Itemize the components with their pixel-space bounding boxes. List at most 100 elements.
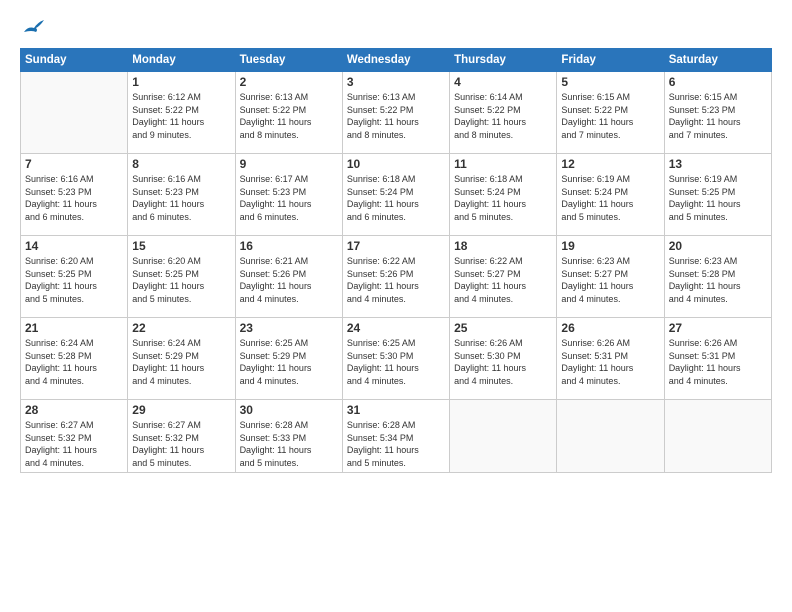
calendar-cell: 31 Sunrise: 6:28 AMSunset: 5:34 PMDayligh… bbox=[342, 400, 449, 473]
day-info: Sunrise: 6:21 AMSunset: 5:26 PMDaylight:… bbox=[240, 255, 338, 305]
logo bbox=[20, 18, 44, 36]
day-info: Sunrise: 6:13 AMSunset: 5:22 PMDaylight:… bbox=[347, 91, 445, 141]
day-info: Sunrise: 6:23 AMSunset: 5:27 PMDaylight:… bbox=[561, 255, 659, 305]
calendar-cell: 25Sunrise: 6:26 AMSunset: 5:30 PMDayligh… bbox=[450, 318, 557, 400]
day-info: Sunrise: 6:27 AMSunset: 5:32 PMDaylight:… bbox=[25, 419, 123, 469]
calendar-cell: 14 Sunrise: 6:20 AMSunset: 5:25 PMDayligh… bbox=[21, 236, 128, 318]
day-info: Sunrise: 6:20 AMSunset: 5:25 PMDaylight:… bbox=[132, 255, 230, 305]
calendar-cell: 5 Sunrise: 6:15 AMSunset: 5:22 PMDaylight… bbox=[557, 72, 664, 154]
day-number: 21 bbox=[25, 321, 123, 335]
day-number: 10 bbox=[347, 157, 445, 171]
day-info: Sunrise: 6:18 AMSunset: 5:24 PMDaylight:… bbox=[454, 173, 552, 223]
day-info: Sunrise: 6:19 AMSunset: 5:24 PMDaylight:… bbox=[561, 173, 659, 223]
calendar-header-row: SundayMondayTuesdayWednesdayThursdayFrid… bbox=[21, 49, 772, 72]
day-info: Sunrise: 6:24 AMSunset: 5:28 PMDaylight:… bbox=[25, 337, 123, 387]
calendar-cell: 8 Sunrise: 6:16 AMSunset: 5:23 PMDaylight… bbox=[128, 154, 235, 236]
calendar-cell: 9 Sunrise: 6:17 AMSunset: 5:23 PMDaylight… bbox=[235, 154, 342, 236]
day-number: 14 bbox=[25, 239, 123, 253]
logo-bird-icon bbox=[22, 18, 44, 36]
calendar-cell: 6Sunrise: 6:15 AMSunset: 5:23 PMDaylight… bbox=[664, 72, 771, 154]
day-info: Sunrise: 6:27 AMSunset: 5:32 PMDaylight:… bbox=[132, 419, 230, 469]
day-number: 29 bbox=[132, 403, 230, 417]
day-number: 16 bbox=[240, 239, 338, 253]
calendar-cell: 15 Sunrise: 6:20 AMSunset: 5:25 PMDayligh… bbox=[128, 236, 235, 318]
day-number: 11 bbox=[454, 157, 552, 171]
day-number: 15 bbox=[132, 239, 230, 253]
column-header-sunday: Sunday bbox=[21, 49, 128, 72]
day-number: 7 bbox=[25, 157, 123, 171]
day-info: Sunrise: 6:28 AMSunset: 5:33 PMDaylight:… bbox=[240, 419, 338, 469]
column-header-saturday: Saturday bbox=[664, 49, 771, 72]
day-info: Sunrise: 6:25 AMSunset: 5:30 PMDaylight:… bbox=[347, 337, 445, 387]
calendar-cell: 10 Sunrise: 6:18 AMSunset: 5:24 PMDayligh… bbox=[342, 154, 449, 236]
header bbox=[20, 18, 772, 36]
calendar-week-row: 14 Sunrise: 6:20 AMSunset: 5:25 PMDayligh… bbox=[21, 236, 772, 318]
calendar-cell: 24 Sunrise: 6:25 AMSunset: 5:30 PMDayligh… bbox=[342, 318, 449, 400]
day-number: 25 bbox=[454, 321, 552, 335]
day-number: 9 bbox=[240, 157, 338, 171]
calendar-cell bbox=[21, 72, 128, 154]
day-info: Sunrise: 6:17 AMSunset: 5:23 PMDaylight:… bbox=[240, 173, 338, 223]
calendar-cell: 2Sunrise: 6:13 AMSunset: 5:22 PMDaylight… bbox=[235, 72, 342, 154]
day-info: Sunrise: 6:26 AMSunset: 5:31 PMDaylight:… bbox=[561, 337, 659, 387]
page-container: SundayMondayTuesdayWednesdayThursdayFrid… bbox=[0, 0, 792, 612]
day-number: 6 bbox=[669, 75, 767, 89]
calendar-cell: 13 Sunrise: 6:19 AMSunset: 5:25 PMDayligh… bbox=[664, 154, 771, 236]
calendar-cell: 1Sunrise: 6:12 AMSunset: 5:22 PMDaylight… bbox=[128, 72, 235, 154]
calendar-week-row: 21 Sunrise: 6:24 AMSunset: 5:28 PMDayligh… bbox=[21, 318, 772, 400]
day-info: Sunrise: 6:13 AMSunset: 5:22 PMDaylight:… bbox=[240, 91, 338, 141]
day-number: 1 bbox=[132, 75, 230, 89]
calendar-cell: 4 Sunrise: 6:14 AMSunset: 5:22 PMDaylight… bbox=[450, 72, 557, 154]
day-info: Sunrise: 6:26 AMSunset: 5:31 PMDaylight:… bbox=[669, 337, 767, 387]
day-number: 23 bbox=[240, 321, 338, 335]
calendar-cell: 18 Sunrise: 6:22 AMSunset: 5:27 PMDayligh… bbox=[450, 236, 557, 318]
day-info: Sunrise: 6:28 AMSunset: 5:34 PMDaylight:… bbox=[347, 419, 445, 469]
calendar-cell: 12Sunrise: 6:19 AMSunset: 5:24 PMDayligh… bbox=[557, 154, 664, 236]
calendar-week-row: 28 Sunrise: 6:27 AMSunset: 5:32 PMDayligh… bbox=[21, 400, 772, 473]
calendar-week-row: 1Sunrise: 6:12 AMSunset: 5:22 PMDaylight… bbox=[21, 72, 772, 154]
day-info: Sunrise: 6:15 AMSunset: 5:22 PMDaylight:… bbox=[561, 91, 659, 141]
day-number: 24 bbox=[347, 321, 445, 335]
column-header-friday: Friday bbox=[557, 49, 664, 72]
day-info: Sunrise: 6:19 AMSunset: 5:25 PMDaylight:… bbox=[669, 173, 767, 223]
calendar-cell bbox=[557, 400, 664, 473]
calendar-cell bbox=[664, 400, 771, 473]
day-number: 17 bbox=[347, 239, 445, 253]
day-info: Sunrise: 6:16 AMSunset: 5:23 PMDaylight:… bbox=[25, 173, 123, 223]
day-number: 22 bbox=[132, 321, 230, 335]
day-info: Sunrise: 6:14 AMSunset: 5:22 PMDaylight:… bbox=[454, 91, 552, 141]
column-header-thursday: Thursday bbox=[450, 49, 557, 72]
calendar-cell: 26Sunrise: 6:26 AMSunset: 5:31 PMDayligh… bbox=[557, 318, 664, 400]
calendar-cell: 30 Sunrise: 6:28 AMSunset: 5:33 PMDayligh… bbox=[235, 400, 342, 473]
day-number: 4 bbox=[454, 75, 552, 89]
calendar-cell: 19Sunrise: 6:23 AMSunset: 5:27 PMDayligh… bbox=[557, 236, 664, 318]
calendar-week-row: 7 Sunrise: 6:16 AMSunset: 5:23 PMDaylight… bbox=[21, 154, 772, 236]
day-info: Sunrise: 6:20 AMSunset: 5:25 PMDaylight:… bbox=[25, 255, 123, 305]
calendar-cell: 3 Sunrise: 6:13 AMSunset: 5:22 PMDaylight… bbox=[342, 72, 449, 154]
day-number: 8 bbox=[132, 157, 230, 171]
calendar-table: SundayMondayTuesdayWednesdayThursdayFrid… bbox=[20, 48, 772, 473]
day-number: 13 bbox=[669, 157, 767, 171]
day-number: 30 bbox=[240, 403, 338, 417]
day-number: 20 bbox=[669, 239, 767, 253]
day-info: Sunrise: 6:16 AMSunset: 5:23 PMDaylight:… bbox=[132, 173, 230, 223]
calendar-cell: 28 Sunrise: 6:27 AMSunset: 5:32 PMDayligh… bbox=[21, 400, 128, 473]
calendar-cell: 11 Sunrise: 6:18 AMSunset: 5:24 PMDayligh… bbox=[450, 154, 557, 236]
calendar-cell bbox=[450, 400, 557, 473]
day-number: 31 bbox=[347, 403, 445, 417]
calendar-cell: 29 Sunrise: 6:27 AMSunset: 5:32 PMDayligh… bbox=[128, 400, 235, 473]
day-info: Sunrise: 6:22 AMSunset: 5:26 PMDaylight:… bbox=[347, 255, 445, 305]
day-info: Sunrise: 6:23 AMSunset: 5:28 PMDaylight:… bbox=[669, 255, 767, 305]
column-header-wednesday: Wednesday bbox=[342, 49, 449, 72]
day-number: 3 bbox=[347, 75, 445, 89]
column-header-monday: Monday bbox=[128, 49, 235, 72]
day-info: Sunrise: 6:22 AMSunset: 5:27 PMDaylight:… bbox=[454, 255, 552, 305]
day-info: Sunrise: 6:18 AMSunset: 5:24 PMDaylight:… bbox=[347, 173, 445, 223]
day-number: 5 bbox=[561, 75, 659, 89]
day-number: 28 bbox=[25, 403, 123, 417]
calendar-cell: 23Sunrise: 6:25 AMSunset: 5:29 PMDayligh… bbox=[235, 318, 342, 400]
calendar-cell: 17 Sunrise: 6:22 AMSunset: 5:26 PMDayligh… bbox=[342, 236, 449, 318]
calendar-cell: 27Sunrise: 6:26 AMSunset: 5:31 PMDayligh… bbox=[664, 318, 771, 400]
day-number: 18 bbox=[454, 239, 552, 253]
calendar-cell: 20 Sunrise: 6:23 AMSunset: 5:28 PMDayligh… bbox=[664, 236, 771, 318]
